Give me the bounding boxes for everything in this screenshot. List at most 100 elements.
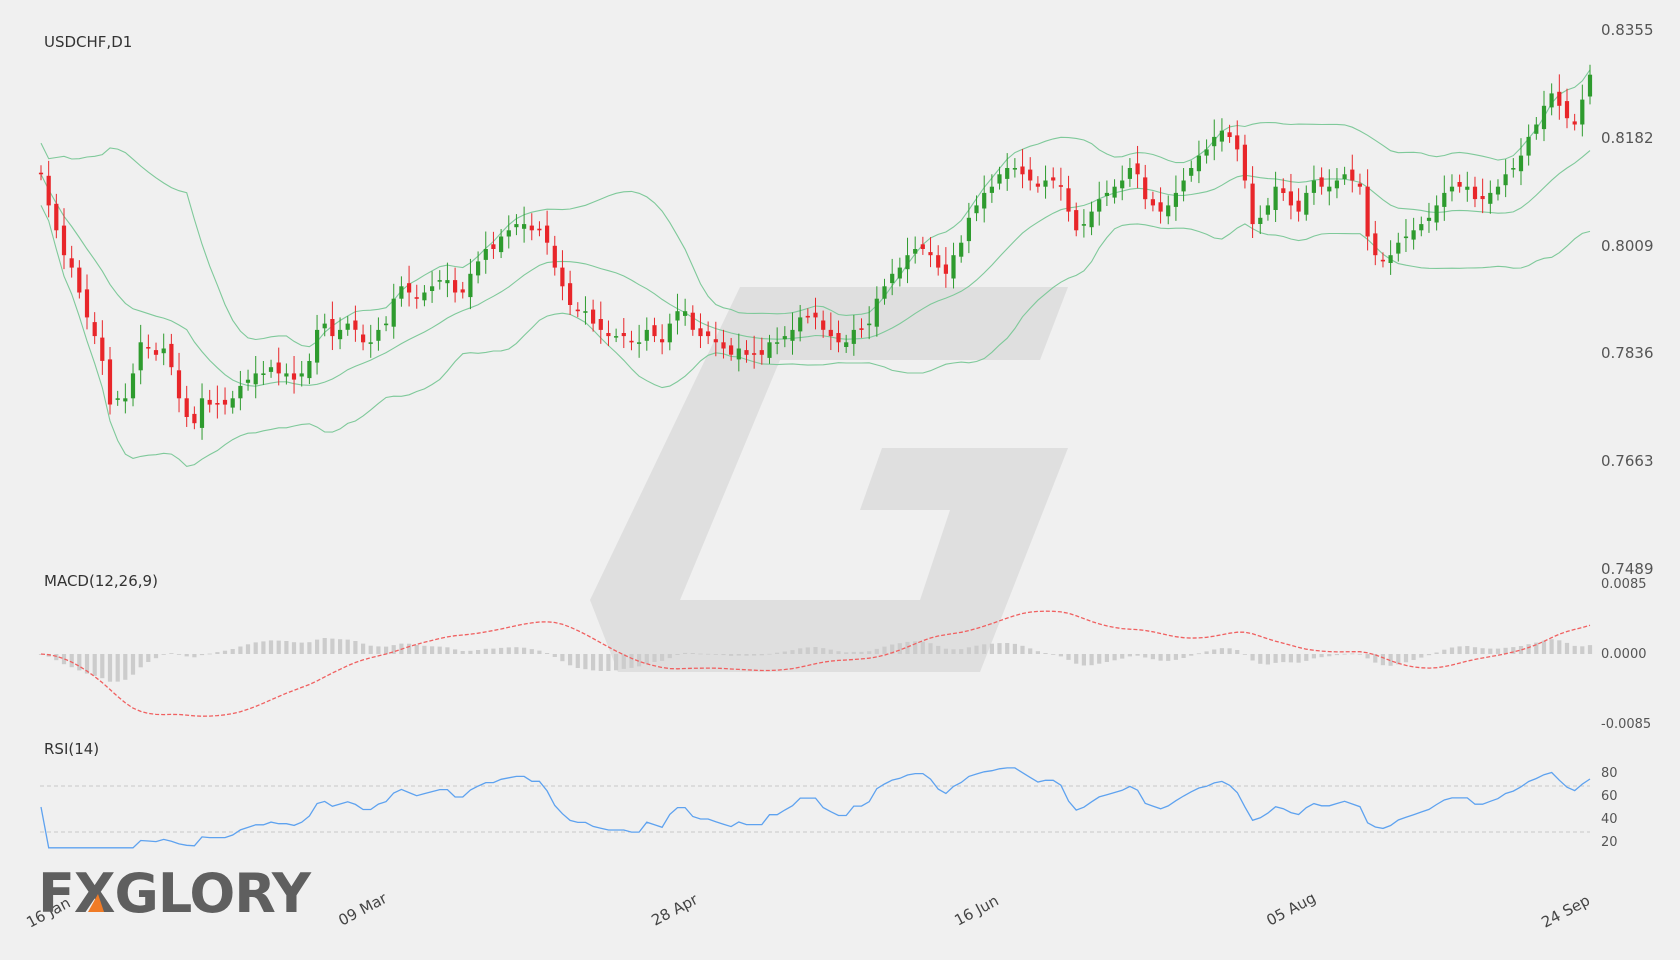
candle-bull [1012, 168, 1017, 170]
macd-hist-bar [460, 651, 465, 654]
macd-hist-bar [77, 654, 82, 671]
candle-bull [897, 267, 902, 279]
candle-bull [1549, 93, 1554, 108]
date-tick: 05 Aug [1263, 889, 1318, 930]
candle-bull [1465, 186, 1470, 190]
candle-bear [1035, 183, 1040, 187]
candle-bear [621, 333, 626, 337]
candle-bear [706, 331, 711, 337]
macd-hist-bar [107, 654, 113, 682]
macd-hist-bar [1273, 654, 1278, 663]
usdchf-chart[interactable]: USDCHF,D1 0.8355 0.8182 0.8009 0.7836 0.… [0, 0, 1680, 960]
macd-hist-bar [1212, 649, 1217, 654]
candle-bear [1480, 196, 1485, 200]
macd-hist-bar [1135, 654, 1140, 656]
macd-hist-bar [767, 653, 772, 655]
macd-hist-bar [384, 646, 389, 654]
macd-hist-bar [491, 648, 496, 654]
candle-bear [821, 320, 826, 330]
candle-bull [1212, 136, 1217, 147]
candle-bull [253, 373, 258, 385]
candle-bull [905, 255, 910, 270]
candle-bear [1066, 188, 1071, 212]
candle-bull [1097, 199, 1102, 212]
macd-hist-bar [291, 642, 297, 654]
macd-hist-bar [1166, 654, 1171, 661]
macd-hist-bar [430, 646, 435, 654]
candle-bull [890, 273, 895, 284]
candle-bull [1495, 186, 1501, 195]
candle-bull [1580, 99, 1585, 125]
macd-axis: 0.0085 0.0000 -0.0085 [1601, 577, 1651, 732]
candle-bull [989, 186, 994, 193]
macd-hist-bar [775, 652, 780, 654]
macd-hist-bar [782, 651, 787, 654]
candle-bear [46, 175, 51, 206]
macd-tick: 0.0000 [1601, 647, 1647, 662]
macd-hist-bar [1304, 654, 1309, 661]
candle-bear [107, 359, 113, 405]
candle-bull [959, 242, 964, 257]
macd-hist-bar [1465, 646, 1470, 654]
macd-hist-bar [299, 642, 304, 654]
candle-bear [1227, 132, 1232, 137]
candle-bull [345, 323, 350, 330]
rsi-tick: 40 [1601, 812, 1618, 827]
macd-hist-bar [675, 654, 680, 655]
macd-hist-bar [1012, 643, 1017, 654]
candle-bear [1135, 163, 1140, 175]
macd-hist-bar [1488, 648, 1493, 654]
candle-bull [483, 249, 488, 260]
candle-bear [1242, 144, 1247, 181]
fxglory-logo: FXGLORY [38, 862, 313, 925]
candle-bear [575, 309, 580, 312]
macd-hist-bar [798, 648, 803, 654]
macd-hist-bar [575, 654, 580, 668]
candle-bear [629, 340, 634, 343]
macd-hist-bar [169, 653, 174, 654]
macd-hist-bar [1572, 645, 1577, 654]
candle-bear [1028, 169, 1033, 181]
candle-bull [851, 329, 856, 344]
candle-bear [176, 370, 182, 399]
candle-bear [729, 345, 734, 355]
candle-bull [1104, 192, 1109, 196]
candle-bull [1005, 168, 1010, 179]
candle-bull [1442, 192, 1447, 207]
macd-hist-bar [583, 654, 588, 670]
candle-bear [759, 350, 764, 355]
macd-hist-bar [1143, 654, 1148, 658]
candle-bull [399, 286, 404, 299]
candle-bull [130, 373, 136, 399]
macd-hist-bar [1495, 648, 1501, 654]
macd-hist-bar [215, 652, 220, 654]
macd-hist-bar [330, 638, 335, 654]
macd-hist-bar [813, 647, 818, 654]
macd-hist-bar [936, 645, 941, 654]
candle-bull [368, 342, 373, 344]
candle-bull [798, 317, 803, 332]
candle-bear [713, 339, 718, 343]
macd-hist-bar [1227, 648, 1232, 654]
candle-bear [38, 172, 44, 175]
candle-bear [192, 413, 197, 424]
macd-hist-bar [146, 654, 151, 662]
macd-panel-title: MACD(12,26,9) [44, 572, 158, 590]
candle-bull [1112, 186, 1117, 198]
candle-bull [997, 174, 1002, 184]
candle-bear [1296, 200, 1301, 212]
candle-bear [54, 203, 59, 231]
logo-wordmark: FXGLORY [38, 862, 312, 925]
macd-hist-bar [591, 654, 596, 671]
macd-hist-bar [1411, 654, 1416, 660]
macd-hist-bar [1127, 654, 1132, 657]
candle-bull [1311, 180, 1316, 193]
candle-bull [767, 342, 772, 358]
macd-hist-bar [1296, 654, 1301, 663]
macd-hist-bar [184, 654, 189, 657]
candle-bull [683, 311, 688, 316]
candle-bull [966, 217, 971, 242]
macd-hist-bar [1426, 654, 1432, 656]
candle-bear [1143, 177, 1148, 200]
macd-hist-bar [598, 654, 603, 671]
